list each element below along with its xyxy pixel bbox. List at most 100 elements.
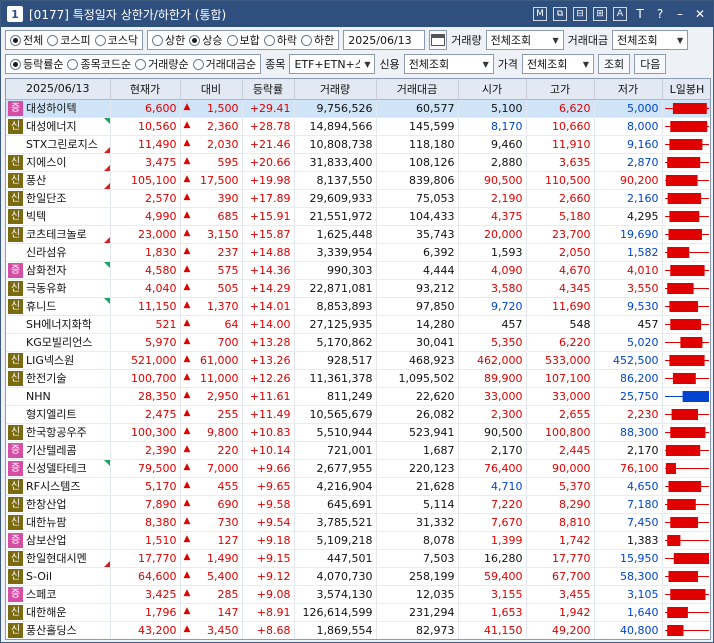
table-row[interactable]: 증 신성델타테크 79,500 ▲ 7,000 +9.66 2,677,955 220,123… [6, 459, 710, 478]
amount-select[interactable]: 전체조회 ▼ [612, 30, 689, 50]
stock-name-cell[interactable]: 신 빅텍 [6, 207, 111, 226]
stock-name-cell[interactable]: 신 풍산 [6, 171, 111, 190]
sort-radio-2[interactable]: 거래량순 [135, 56, 189, 72]
volume-select[interactable]: 전체조회 ▼ [485, 30, 564, 50]
column-header[interactable]: 고가 [526, 79, 595, 100]
direction-radio-1[interactable]: 상승 [189, 32, 223, 48]
results-grid[interactable]: 2025/06/13 현재가 대비 등락률 거래량 거래대금 시가 고가 저가 L일봉H 증 대성하… [5, 78, 711, 640]
help-icon[interactable]: ? [653, 7, 667, 21]
menu-icon[interactable]: M [533, 7, 547, 21]
table-row[interactable]: 증 삼화전자 4,580 ▲ 575 +14.36 990,303 4,444 4,090 4,6… [6, 261, 710, 280]
stock-name-cell[interactable]: 신 한일단조 [6, 189, 111, 208]
direction-radio-2[interactable]: 보합 [226, 32, 260, 48]
date-field[interactable]: 2025/06/13 [343, 30, 426, 50]
table-row[interactable]: 형지엘리트 2,475 ▲ 255 +11.49 10,565,679 26,082 2,30… [6, 405, 710, 424]
column-header[interactable]: 대비 [180, 79, 243, 100]
copy-icon[interactable]: ⧉ [553, 7, 567, 21]
table-row[interactable]: 신 대한뉴팜 8,380 ▲ 730 +9.54 3,785,521 31,332 7,670 8… [6, 513, 710, 532]
stock-name-cell[interactable]: 신 한일현대시멘 [6, 549, 111, 568]
table-row[interactable]: 증 대성하이텍 6,600 ▲ 1,500 +29.41 9,756,526 60,577 5,… [6, 99, 710, 118]
direction-radio-0[interactable]: 상한 [152, 32, 185, 48]
sort-radio-1[interactable]: 종목코드순 [67, 56, 131, 72]
sort-radio-0[interactable]: 등락률순 [10, 56, 63, 72]
stock-name-cell[interactable]: 신 극동유화 [6, 279, 111, 298]
credit-select[interactable]: 전체조회 ▼ [403, 54, 494, 74]
table-row[interactable]: 신 LIG넥스원 521,000 ▲ 61,000 +13.26 928,517 468,92… [6, 351, 710, 370]
stock-name-cell[interactable]: 증 기산텔레콤 [6, 441, 111, 460]
stock-name-cell[interactable]: NHN [6, 387, 111, 406]
table-row[interactable]: 신 대성에너지 10,560 ▲ 2,360 +28.78 14,894,566 145,59… [6, 117, 710, 136]
table-row[interactable]: 신 한일현대시멘 17,770 ▲ 1,490 +9.15 447,501 7,503 16,2… [6, 549, 710, 568]
column-header[interactable]: 현재가 [110, 79, 181, 100]
market-radio-2[interactable]: 코스닥 [94, 32, 138, 48]
stock-name-cell[interactable]: 신라섬유 [6, 243, 111, 262]
sort-radio-3[interactable]: 거래대금순 [192, 56, 256, 72]
direction-radio-3[interactable]: 하락 [263, 32, 297, 48]
stock-name-cell[interactable]: 신 코츠테크놀로 [6, 225, 111, 244]
stock-name-cell[interactable]: STX그린로지스 [6, 135, 111, 154]
table-row[interactable]: 신 RF시스템즈 5,170 ▲ 455 +9.65 4,216,904 21,628 4,71… [6, 477, 710, 496]
stock-name-cell[interactable]: 증 신성델타테크 [6, 459, 111, 478]
stock-name-cell[interactable]: 증 삼화전자 [6, 261, 111, 280]
table-row[interactable]: 신 풍산홀딩스 43,200 ▲ 3,450 +8.68 1,869,554 82,973 41… [6, 621, 710, 639]
column-header[interactable]: 등락률 [242, 79, 295, 100]
table-row[interactable]: 증 기산텔레콤 2,390 ▲ 220 +10.14 721,001 1,687 2,170 2,… [6, 441, 710, 460]
table-row[interactable]: 신라섬유 1,830 ▲ 237 +14.88 3,339,954 6,392 1,593 2,… [6, 243, 710, 262]
font-size-icon[interactable]: A [613, 7, 627, 21]
stock-name-cell[interactable]: 신 지에스이 [6, 153, 111, 172]
maximize-pane-icon[interactable]: ⊞ [593, 7, 607, 21]
stock-name-cell[interactable]: 신 S-Oil [6, 567, 111, 586]
stock-name-cell[interactable]: 신 한국항공우주 [6, 423, 111, 442]
stock-name-cell[interactable]: 증 스페코 [6, 585, 111, 604]
column-header[interactable]: 시가 [458, 79, 527, 100]
minimize-pane-icon[interactable]: ⊟ [573, 7, 587, 21]
table-row[interactable]: STX그린로지스 11,490 ▲ 2,030 +21.46 10,808,738 118,… [6, 135, 710, 154]
market-radio-0[interactable]: 전체 [10, 32, 43, 48]
table-row[interactable]: 신 빅텍 4,990 ▲ 685 +15.91 21,551,972 104,433 4,375… [6, 207, 710, 226]
table-row[interactable]: 신 한일단조 2,570 ▲ 390 +17.89 29,609,933 75,053 2,19… [6, 189, 710, 208]
stock-name-cell[interactable]: 신 한전기술 [6, 369, 111, 388]
column-header[interactable]: 저가 [594, 79, 663, 100]
table-row[interactable]: 신 극동유화 4,040 ▲ 505 +14.29 22,871,081 93,212 3,58… [6, 279, 710, 298]
column-header[interactable]: 거래량 [294, 79, 377, 100]
table-row[interactable]: KG모빌리언스 5,970 ▲ 700 +13.28 5,170,862 30,041 5,3… [6, 333, 710, 352]
market-radio-1[interactable]: 코스피 [47, 32, 91, 48]
stock-name-cell[interactable]: 신 대한해운 [6, 603, 111, 622]
table-row[interactable]: 신 코츠테크놀로 23,000 ▲ 3,150 +15.87 1,625,448 35,743… [6, 225, 710, 244]
stock-name-cell[interactable]: 신 RF시스템즈 [6, 477, 111, 496]
table-row[interactable]: SH에너지화학 521 ▲ 64 +14.00 27,125,935 14,280 457 54… [6, 315, 710, 334]
column-header[interactable]: L일봉H [662, 79, 710, 100]
table-row[interactable]: 증 스페코 3,425 ▲ 285 +9.08 3,574,130 12,035 3,155 3,… [6, 585, 710, 604]
column-header[interactable]: 2025/06/13 [6, 79, 111, 100]
price-select[interactable]: 전체조회 ▼ [521, 54, 594, 74]
table-row[interactable]: 신 S-Oil 64,600 ▲ 5,400 +9.12 4,070,730 258,199 5… [6, 567, 710, 586]
table-row[interactable]: 신 대한해운 1,796 ▲ 147 +8.91 126,614,599 231,294 1,6… [6, 603, 710, 622]
table-row[interactable]: NHN 28,350 ▲ 2,950 +11.61 811,249 22,620 33,000… [6, 387, 710, 406]
column-header[interactable]: 거래대금 [376, 79, 459, 100]
table-row[interactable]: 신 풍산 105,100 ▲ 17,500 +19.98 8,137,550 839,806 9… [6, 171, 710, 190]
stock-name-cell[interactable]: KG모빌리언스 [6, 333, 111, 352]
table-row[interactable]: 신 한국항공우주 100,300 ▲ 9,800 +10.83 5,510,944 523,9… [6, 423, 710, 442]
text-icon[interactable]: T [633, 7, 647, 21]
close-icon[interactable]: ✕ [693, 7, 707, 21]
table-row[interactable]: 신 한전기술 100,700 ▲ 11,000 +12.26 11,361,378 1,095… [6, 369, 710, 388]
table-row[interactable]: 신 지에스이 3,475 ▲ 595 +20.66 31,833,400 108,126 2,8… [6, 153, 710, 172]
calendar-button[interactable] [429, 30, 448, 50]
stock-name-cell[interactable]: 신 대한뉴팜 [6, 513, 111, 532]
stock-name-cell[interactable]: 신 휴니드 [6, 297, 111, 316]
stock-name-cell[interactable]: 증 대성하이텍 [6, 99, 111, 118]
stock-name-cell[interactable]: 형지엘리트 [6, 405, 111, 424]
query-button[interactable]: 조회 [597, 54, 631, 74]
table-row[interactable]: 증 삼보산업 1,510 ▲ 127 +9.18 5,109,218 8,078 1,399 1,… [6, 531, 710, 550]
minimize-icon[interactable]: – [673, 7, 687, 21]
direction-radio-4[interactable]: 하한 [301, 32, 334, 48]
title-bar[interactable]: 1 [0177] 특정일자 상한가/하한가 (통합) M ⧉ ⊟ ⊞ A T? – ✕ [1, 1, 713, 27]
table-row[interactable]: 신 휴니드 11,150 ▲ 1,370 +14.01 8,853,893 97,850 9,7… [6, 297, 710, 316]
next-button[interactable]: 다음 [634, 54, 667, 74]
stock-name-cell[interactable]: 신 LIG넥스원 [6, 351, 111, 370]
stock-name-cell[interactable]: 신 한창산업 [6, 495, 111, 514]
stock-name-cell[interactable]: 신 풍산홀딩스 [6, 621, 111, 639]
stock-name-cell[interactable]: 신 대성에너지 [6, 117, 111, 136]
stock-name-cell[interactable]: 증 삼보산업 [6, 531, 111, 550]
stock-name-cell[interactable]: SH에너지화학 [6, 315, 111, 334]
